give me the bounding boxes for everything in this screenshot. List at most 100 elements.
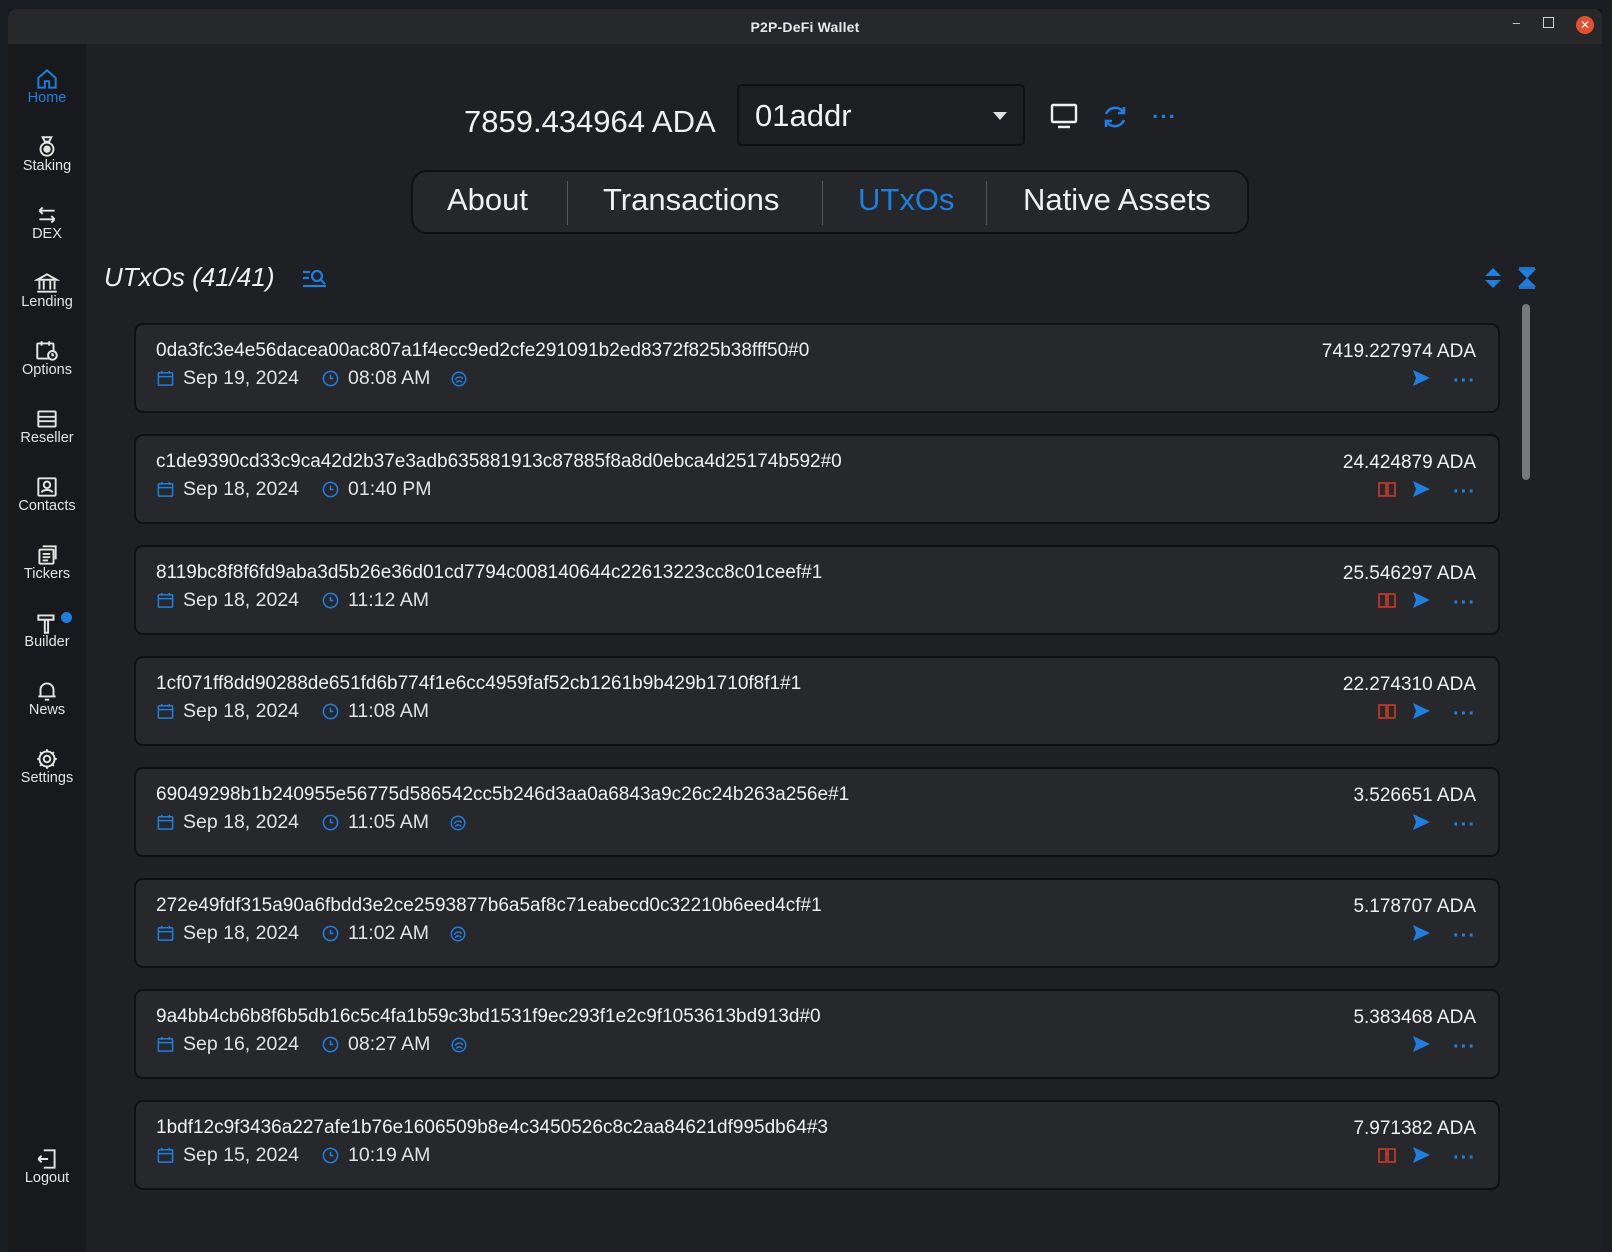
details-button[interactable]	[1377, 702, 1397, 725]
utxo-hash: 1bdf12c9f3436a227afe1b76e1606509b8e4c345…	[156, 1117, 828, 1138]
calendar-icon	[157, 481, 174, 497]
utxo-time: 11:08 AM	[348, 700, 429, 722]
utxo-card[interactable]: 1bdf12c9f3436a227afe1b76e1606509b8e4c345…	[134, 1100, 1500, 1190]
utxo-amount: 5.383468 ADA	[1353, 1007, 1476, 1028]
utxo-actions: ···	[1363, 480, 1476, 503]
utxo-card[interactable]: 0da3fc3e4e56dacea00ac807a1f4ecc9ed2cfe29…	[134, 323, 1500, 413]
close-button[interactable]: ✕	[1576, 16, 1594, 34]
send-button[interactable]	[1411, 924, 1431, 947]
calendar-icon	[157, 592, 174, 608]
send-button[interactable]	[1411, 369, 1431, 392]
sidebar-item-home[interactable]: Home	[8, 66, 86, 126]
send-button[interactable]	[1411, 480, 1431, 503]
address-selector[interactable]: 01addr	[737, 84, 1025, 146]
refresh-icon[interactable]	[1100, 102, 1130, 132]
utxo-hash: 69049298b1b240955e56775d586542cc5b246d3a…	[156, 784, 850, 805]
utxo-actions: ···	[1363, 702, 1476, 725]
monitor-icon[interactable]	[1049, 102, 1079, 130]
utxo-hash: 9a4bb4cb6b8f6b5db16c5c4fa1b59c3bd1531f9e…	[156, 1006, 821, 1027]
maximize-button[interactable]	[1543, 17, 1554, 28]
more-options-icon[interactable]: ···	[1453, 704, 1476, 724]
book-open-icon	[1378, 704, 1396, 719]
clock-icon	[322, 1036, 339, 1053]
minimize-button[interactable]: –	[1513, 15, 1520, 30]
send-icon	[1413, 814, 1431, 830]
tab-transactions[interactable]: Transactions	[603, 182, 779, 218]
details-button[interactable]	[1377, 480, 1397, 503]
utxo-card[interactable]: c1de9390cd33c9ca42d2b37e3adb635881913c87…	[134, 434, 1500, 524]
clock-icon	[322, 481, 339, 498]
sidebar-item-options[interactable]: Options	[8, 338, 86, 398]
send-button[interactable]	[1411, 702, 1431, 725]
sidebar-item-contacts[interactable]: Contacts	[8, 474, 86, 534]
logout-button[interactable]: Logout	[8, 1146, 86, 1206]
utxo-hash: 8119bc8f8f6fd9aba3d5b26e36d01cd7794c0081…	[156, 562, 823, 583]
utxo-card[interactable]: 69049298b1b240955e56775d586542cc5b246d3a…	[134, 767, 1500, 857]
details-button[interactable]	[1377, 591, 1397, 614]
sidebar-item-news[interactable]: News	[8, 678, 86, 738]
clock-icon	[322, 592, 339, 609]
sidebar-item-label: DEX	[32, 226, 62, 242]
home-icon	[37, 69, 57, 89]
send-button[interactable]	[1411, 813, 1431, 836]
calendar-icon	[157, 703, 174, 719]
utxo-card[interactable]: 9a4bb4cb6b8f6b5db16c5c4fa1b59c3bd1531f9e…	[134, 989, 1500, 1079]
sidebar-item-label: Staking	[22, 158, 72, 174]
utxo-date: Sep 18, 2024	[183, 589, 300, 611]
utxo-card[interactable]: 1cf071ff8dd90288de651fd6b774f1e6cc4959fa…	[134, 656, 1500, 746]
tab-divider	[822, 181, 823, 225]
calendar-icon	[157, 370, 174, 386]
collapse-all-icon[interactable]	[1517, 266, 1537, 290]
more-options-icon[interactable]: ···	[1453, 926, 1476, 946]
utxo-amount: 5.178707 ADA	[1353, 896, 1476, 917]
more-options-icon[interactable]: ···	[1453, 593, 1476, 613]
sidebar: Home Staking DEX Lending Options Reselle…	[8, 44, 86, 1252]
tab-utxos[interactable]: UTxOs	[858, 182, 954, 218]
tab-divider	[567, 181, 568, 225]
logout-label: Logout	[24, 1170, 70, 1186]
utxo-time: 08:08 AM	[348, 367, 431, 389]
calendar-icon	[157, 1036, 174, 1052]
details-button[interactable]	[1377, 1146, 1397, 1169]
search-filter-icon[interactable]	[300, 266, 330, 292]
tab-about[interactable]: About	[447, 182, 528, 218]
scrollbar-thumb[interactable]	[1522, 304, 1530, 480]
utxo-amount: 25.546297 ADA	[1342, 563, 1476, 584]
utxo-date: Sep 19, 2024	[183, 367, 300, 389]
more-options-icon[interactable]: ···	[1453, 482, 1476, 502]
send-button[interactable]	[1411, 591, 1431, 614]
send-button[interactable]	[1411, 1146, 1431, 1169]
gear-icon	[37, 749, 57, 769]
sidebar-item-staking[interactable]: Staking	[8, 134, 86, 194]
more-options-icon[interactable]: ···	[1453, 815, 1476, 835]
book-open-icon	[1378, 593, 1396, 608]
clock-icon	[322, 370, 339, 387]
sidebar-item-reseller[interactable]: Reseller	[8, 406, 86, 466]
more-options-icon[interactable]: ···	[1453, 1148, 1476, 1168]
chevron-down-icon	[993, 112, 1007, 120]
utxo-time: 01:40 PM	[348, 478, 432, 500]
title-bar: P2P-DeFi Wallet – ✕	[8, 9, 1602, 44]
logout-icon	[37, 1149, 56, 1169]
more-options-icon[interactable]: ···	[1152, 106, 1177, 128]
more-options-icon[interactable]: ···	[1453, 371, 1476, 391]
utxo-card[interactable]: 272e49fdf315a90a6fbdd3e2ce2593877b6a5af8…	[134, 878, 1500, 968]
sort-icon[interactable]	[1483, 265, 1503, 291]
sidebar-item-tickers[interactable]: Tickers	[8, 542, 86, 602]
sidebar-item-lending[interactable]: Lending	[8, 270, 86, 330]
book-open-icon	[1378, 1148, 1396, 1163]
book-open-icon	[1378, 482, 1396, 497]
sidebar-item-settings[interactable]: Settings	[8, 746, 86, 806]
utxo-time: 11:05 AM	[348, 811, 429, 833]
sidebar-item-builder[interactable]: Builder	[8, 610, 86, 670]
sidebar-item-label: Lending	[21, 294, 73, 310]
tab-native-assets[interactable]: Native Assets	[1023, 182, 1211, 218]
utxo-amount: 7419.227974 ADA	[1321, 341, 1476, 362]
more-options-icon[interactable]: ···	[1453, 1037, 1476, 1057]
send-button[interactable]	[1411, 1035, 1431, 1058]
clock-icon	[322, 1147, 339, 1164]
utxo-date: Sep 18, 2024	[183, 922, 300, 944]
main-content: 7859.434964 ADA 01addr ··· About Transac…	[86, 44, 1602, 1252]
utxo-card[interactable]: 8119bc8f8f6fd9aba3d5b26e36d01cd7794c0081…	[134, 545, 1500, 635]
sidebar-item-dex[interactable]: DEX	[8, 202, 86, 262]
